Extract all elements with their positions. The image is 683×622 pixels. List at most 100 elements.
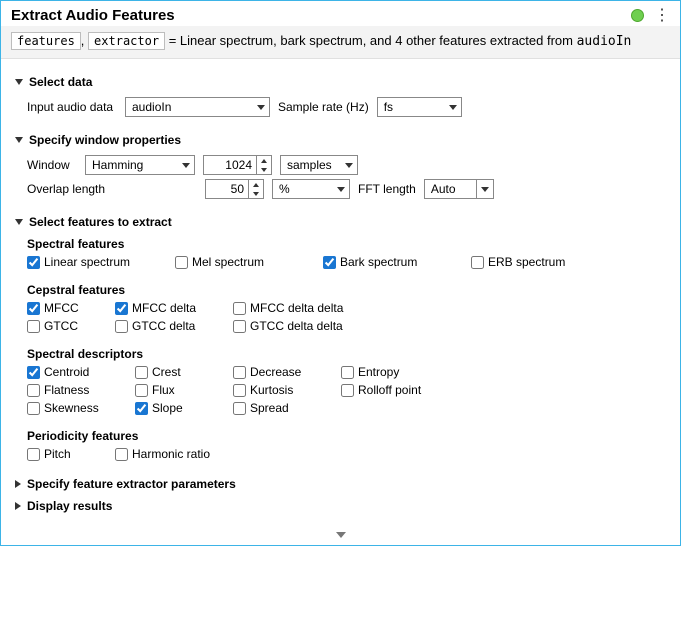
spectral-checkbox-input[interactable] — [175, 256, 188, 269]
description-bar: features, extractor = Linear spectrum, b… — [1, 26, 680, 59]
descriptor-checkbox-input[interactable] — [135, 384, 148, 397]
descriptor-checkbox-input[interactable] — [27, 402, 40, 415]
descriptor-checkbox[interactable]: Rolloff point — [341, 383, 441, 397]
window-unit-select[interactable]: samples — [280, 155, 358, 175]
spin-up-icon[interactable] — [257, 156, 271, 165]
spin-down-icon[interactable] — [257, 165, 271, 174]
descriptor-checkbox[interactable]: Crest — [135, 365, 215, 379]
caret-down-icon — [15, 219, 23, 225]
descriptor-checkbox[interactable]: Spread — [233, 401, 323, 415]
select-data-content: Input audio data audioIn Sample rate (Hz… — [15, 97, 666, 127]
periodicity-checkbox[interactable]: Pitch — [27, 447, 97, 461]
spectral-checkbox-input[interactable] — [27, 256, 40, 269]
caret-right-icon — [15, 480, 21, 488]
cepstral-checkbox-input[interactable] — [115, 320, 128, 333]
descriptors-checkbox-group: Centroid Crest Decrease Entropy Flatness Flux… — [27, 365, 666, 415]
window-props-content: Window Hamming samples Overlap length — [15, 155, 666, 209]
descriptor-checkbox-input[interactable] — [233, 366, 246, 379]
spin-down-icon[interactable] — [249, 189, 263, 198]
spectral-checkbox[interactable]: Linear spectrum — [27, 255, 157, 269]
descriptor-checkbox[interactable]: Decrease — [233, 365, 323, 379]
cepstral-checkbox[interactable]: GTCC — [27, 319, 97, 333]
overlap-input[interactable] — [205, 179, 264, 199]
section-extractor-params[interactable]: Specify feature extractor parameters — [15, 477, 666, 491]
descriptor-checkbox-input[interactable] — [27, 366, 40, 379]
cepstral-checkbox[interactable]: MFCC delta delta — [233, 301, 373, 315]
caret-right-icon — [15, 502, 21, 510]
periodicity-checkbox-input[interactable] — [115, 448, 128, 461]
descriptor-checkbox[interactable]: Flatness — [27, 383, 117, 397]
fft-length-select[interactable]: Auto — [424, 179, 494, 199]
cepstral-checkbox[interactable]: MFCC delta — [115, 301, 215, 315]
spectral-checkbox-label: Bark spectrum — [340, 255, 417, 269]
descriptor-checkbox-input[interactable] — [135, 366, 148, 379]
spin-up-icon[interactable] — [249, 180, 263, 189]
descriptor-checkbox[interactable]: Kurtosis — [233, 383, 323, 397]
descriptor-checkbox[interactable]: Slope — [135, 401, 215, 415]
descriptor-checkbox-label: Entropy — [358, 365, 399, 379]
descriptor-checkbox-input[interactable] — [233, 402, 246, 415]
descriptor-checkbox[interactable]: Flux — [135, 383, 215, 397]
cepstral-checkbox-label: GTCC delta delta — [250, 319, 343, 333]
descriptor-checkbox[interactable]: Centroid — [27, 365, 117, 379]
descriptor-checkbox-input[interactable] — [341, 366, 354, 379]
descriptor-checkbox-label: Flatness — [44, 383, 89, 397]
cepstral-checkbox-input[interactable] — [233, 320, 246, 333]
fft-length-label: FFT length — [358, 182, 416, 196]
caret-down-icon — [15, 79, 23, 85]
cepstral-checkbox-input[interactable] — [27, 302, 40, 315]
descriptor-checkbox-input[interactable] — [135, 402, 148, 415]
spectral-checkbox[interactable]: Bark spectrum — [323, 255, 453, 269]
descriptor-checkbox-label: Centroid — [44, 365, 89, 379]
more-menu-button[interactable]: ⋮ — [654, 10, 670, 21]
window-size-field[interactable] — [204, 156, 256, 174]
cepstral-checkbox-input[interactable] — [27, 320, 40, 333]
select-features-content: Spectral features Linear spectrumMel spe… — [15, 237, 666, 467]
cepstral-checkbox-label: MFCC — [44, 301, 79, 315]
input-audio-label: Input audio data — [27, 100, 117, 114]
descriptor-checkbox[interactable]: Skewness — [27, 401, 117, 415]
spectral-checkbox-input[interactable] — [471, 256, 484, 269]
sample-rate-select[interactable]: fs — [377, 97, 462, 117]
cepstral-checkbox[interactable]: GTCC delta — [115, 319, 215, 333]
section-display-results[interactable]: Display results — [15, 499, 666, 513]
output-chip-extractor: extractor — [88, 32, 165, 50]
cepstral-checkbox-input[interactable] — [233, 302, 246, 315]
descriptor-checkbox-input[interactable] — [27, 384, 40, 397]
periodicity-checkbox[interactable]: Harmonic ratio — [115, 447, 255, 461]
spectral-checkbox-label: ERB spectrum — [488, 255, 565, 269]
panel-title: Extract Audio Features — [11, 7, 175, 24]
descriptor-checkbox-label: Flux — [152, 383, 175, 397]
descriptor-checkbox-label: Kurtosis — [250, 383, 293, 397]
overlap-field[interactable] — [206, 180, 248, 198]
periodicity-features-heading: Periodicity features — [27, 429, 666, 443]
extract-audio-features-panel: Extract Audio Features ⋮ features, extra… — [0, 0, 681, 546]
spectral-checkbox[interactable]: ERB spectrum — [471, 255, 601, 269]
status-indicator-icon — [631, 9, 644, 22]
overlap-unit-select[interactable]: % — [272, 179, 350, 199]
window-label: Window — [27, 158, 77, 172]
descriptor-checkbox[interactable]: Entropy — [341, 365, 441, 379]
input-audio-select[interactable]: audioIn — [125, 97, 270, 117]
expand-panel-button[interactable] — [1, 525, 680, 545]
section-select-data[interactable]: Select data — [15, 75, 666, 89]
section-window-props[interactable]: Specify window properties — [15, 133, 666, 147]
overlap-label: Overlap length — [27, 182, 197, 196]
descriptor-checkbox-input[interactable] — [233, 384, 246, 397]
descriptor-checkbox-label: Spread — [250, 401, 289, 415]
periodicity-checkbox-input[interactable] — [27, 448, 40, 461]
title-bar: Extract Audio Features ⋮ — [1, 1, 680, 26]
cepstral-checkbox[interactable]: GTCC delta delta — [233, 319, 373, 333]
spectral-checkbox[interactable]: Mel spectrum — [175, 255, 305, 269]
cepstral-checkbox-input[interactable] — [115, 302, 128, 315]
spectral-checkbox-input[interactable] — [323, 256, 336, 269]
chevron-down-icon — [337, 187, 345, 192]
spectral-checkbox-label: Linear spectrum — [44, 255, 130, 269]
window-type-select[interactable]: Hamming — [85, 155, 195, 175]
descriptor-checkbox-label: Skewness — [44, 401, 99, 415]
window-size-input[interactable] — [203, 155, 272, 175]
spectral-descriptors-heading: Spectral descriptors — [27, 347, 666, 361]
section-select-features[interactable]: Select features to extract — [15, 215, 666, 229]
cepstral-checkbox[interactable]: MFCC — [27, 301, 97, 315]
descriptor-checkbox-input[interactable] — [341, 384, 354, 397]
